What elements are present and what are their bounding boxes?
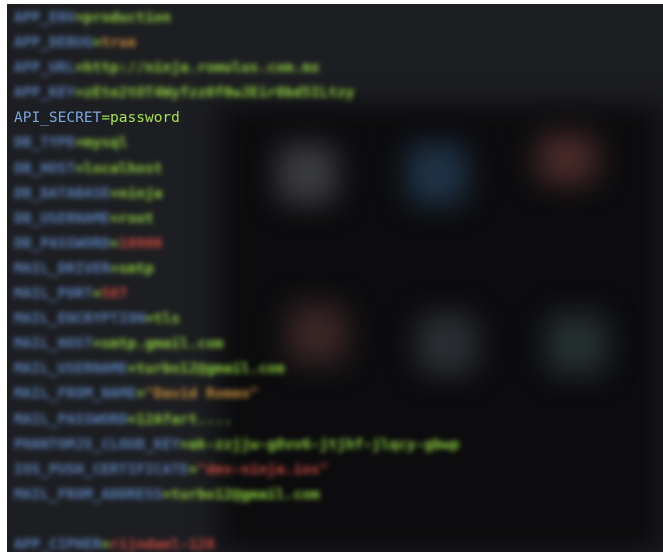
equals-sign: = [110,260,119,277]
env-value: 10900 [118,235,163,252]
env-key: MAIL_FROM_ADDRESS [14,486,163,503]
env-line: MAIL_ENCRYPTION=tls [14,307,459,332]
env-key: MAIL_PORT [14,286,93,303]
env-value: rijndael-128 [110,536,215,552]
env-line: MAIL_PASSWORD=12Afart.... [14,408,459,433]
env-key: PHANTOMJS_CLOUD_KEY [14,436,180,453]
env-key: MAIL_USERNAME [14,361,128,378]
env-key: MAIL_HOST [14,336,93,353]
env-line: MAIL_FROM_ADDRESS=turbo12@gmail.com [14,483,459,508]
env-value: 12Afart.... [136,411,233,428]
equals-sign: = [179,436,189,453]
env-key: DB_PASSWORD [14,235,111,252]
env-key: APP_ENV [14,10,76,26]
equals-sign: = [101,536,111,552]
env-line: DB_HOST=localhost [14,157,459,182]
env-key: DB_HOST [14,160,76,177]
equals-sign: = [75,10,84,26]
equals-sign: = [162,486,172,503]
env-key: APP_KEY [14,85,76,102]
env-value: tls [153,311,180,328]
env-file-content: APP_ENV=production APP_DEBUG=true APP_URL=… [14,6,459,552]
env-value: ninja [118,185,163,202]
env-value: smtp [118,260,154,277]
env-value: ak-zzjjw-g8vv6-jtjhf-jlqcy-gbwp [188,436,460,453]
env-key: APP_CIPHER [14,536,102,552]
env-line: MAIL_USERNAME=turbo12@gmail.com [14,357,459,382]
env-key: APP_URL [14,60,76,77]
env-key: APP_DEBUG [14,35,93,52]
equals-sign: = [75,85,84,102]
equals-sign: = [75,160,84,177]
env-line: MAIL_PORT=587 [14,282,459,307]
env-value: smtp.gmail.com [101,336,224,353]
env-key: MAIL_ENCRYPTION [14,311,145,328]
env-line: IOS_PUSH_CERTIFICATE="dev-ninja.ios" [14,458,459,483]
env-value: production [83,10,172,26]
env-line: APP_URL=http://ninja.romulus.com.mx [14,56,459,81]
env-key: DB_USERNAME [14,210,111,227]
env-key: MAIL_FROM_NAME [14,386,137,403]
env-line: DB_DATABASE=ninja [14,182,459,207]
env-line-focused: API_SECRET=password [14,106,459,131]
equals-sign: = [127,361,137,378]
env-line: DB_PASSWORD=10900 [14,232,459,257]
env-line: MAIL_HOST=smtp.gmail.com [14,332,459,357]
env-value: root [118,210,154,227]
env-value: password [110,110,180,127]
env-value: turbo12@gmail.com [171,486,320,503]
equals-sign: = [92,286,102,303]
env-line: APP_ENV=production [14,6,459,31]
env-value: turbo12@gmail.com [136,361,285,378]
equals-sign: = [92,336,102,353]
terminal-window: APP_ENV=production APP_DEBUG=true APP_URL=… [7,4,663,552]
equals-sign: = [92,35,102,52]
env-line: MAIL_FROM_NAME="David Romeo" [14,382,459,407]
env-value: http://ninja.romulus.com.mx [83,60,320,77]
env-key: MAIL_PASSWORD [14,411,128,428]
env-line: APP_CIPHER=rijndael-128 [14,533,459,552]
env-line: DB_USERNAME=root [14,207,459,232]
equals-sign: = [110,210,119,227]
env-value: mysql [83,135,128,152]
env-value: "dev-ninja.ios" [197,461,329,478]
env-line: MAIL_DRIVER=smtp [14,257,459,282]
env-value: "David Romeo" [144,386,259,403]
background-app-icon [537,134,597,184]
env-value: 587 [101,286,128,303]
env-line: APP_KEY=zEte2tOT4Wyfzz0f0wJEir0bd5ILtzy [14,81,459,106]
env-key: DB_DATABASE [14,185,111,202]
env-value: true [101,35,137,52]
equals-sign: = [110,185,119,202]
equals-sign: = [75,135,84,152]
equals-sign: = [144,311,154,328]
env-line: DB_TYPE=mysql [14,131,459,156]
env-line: APP_DEBUG=true [14,31,459,56]
background-app-icon [547,314,607,374]
equals-sign: = [127,411,137,428]
equals-sign: = [101,110,111,127]
equals-sign: = [110,235,119,252]
env-value: localhost [83,160,163,177]
env-line [14,508,459,533]
env-key: DB_TYPE [14,135,76,152]
env-value: zEte2tOT4Wyfzz0f0wJEir0bd5ILtzy [83,85,355,102]
env-line: PHANTOMJS_CLOUD_KEY=ak-zzjjw-g8vv6-jtjhf… [14,433,459,458]
env-key: MAIL_DRIVER [14,260,111,277]
env-key: API_SECRET [14,110,102,127]
equals-sign: = [75,60,84,77]
env-key: IOS_PUSH_CERTIFICATE [14,461,189,478]
equals-sign: = [136,386,145,403]
